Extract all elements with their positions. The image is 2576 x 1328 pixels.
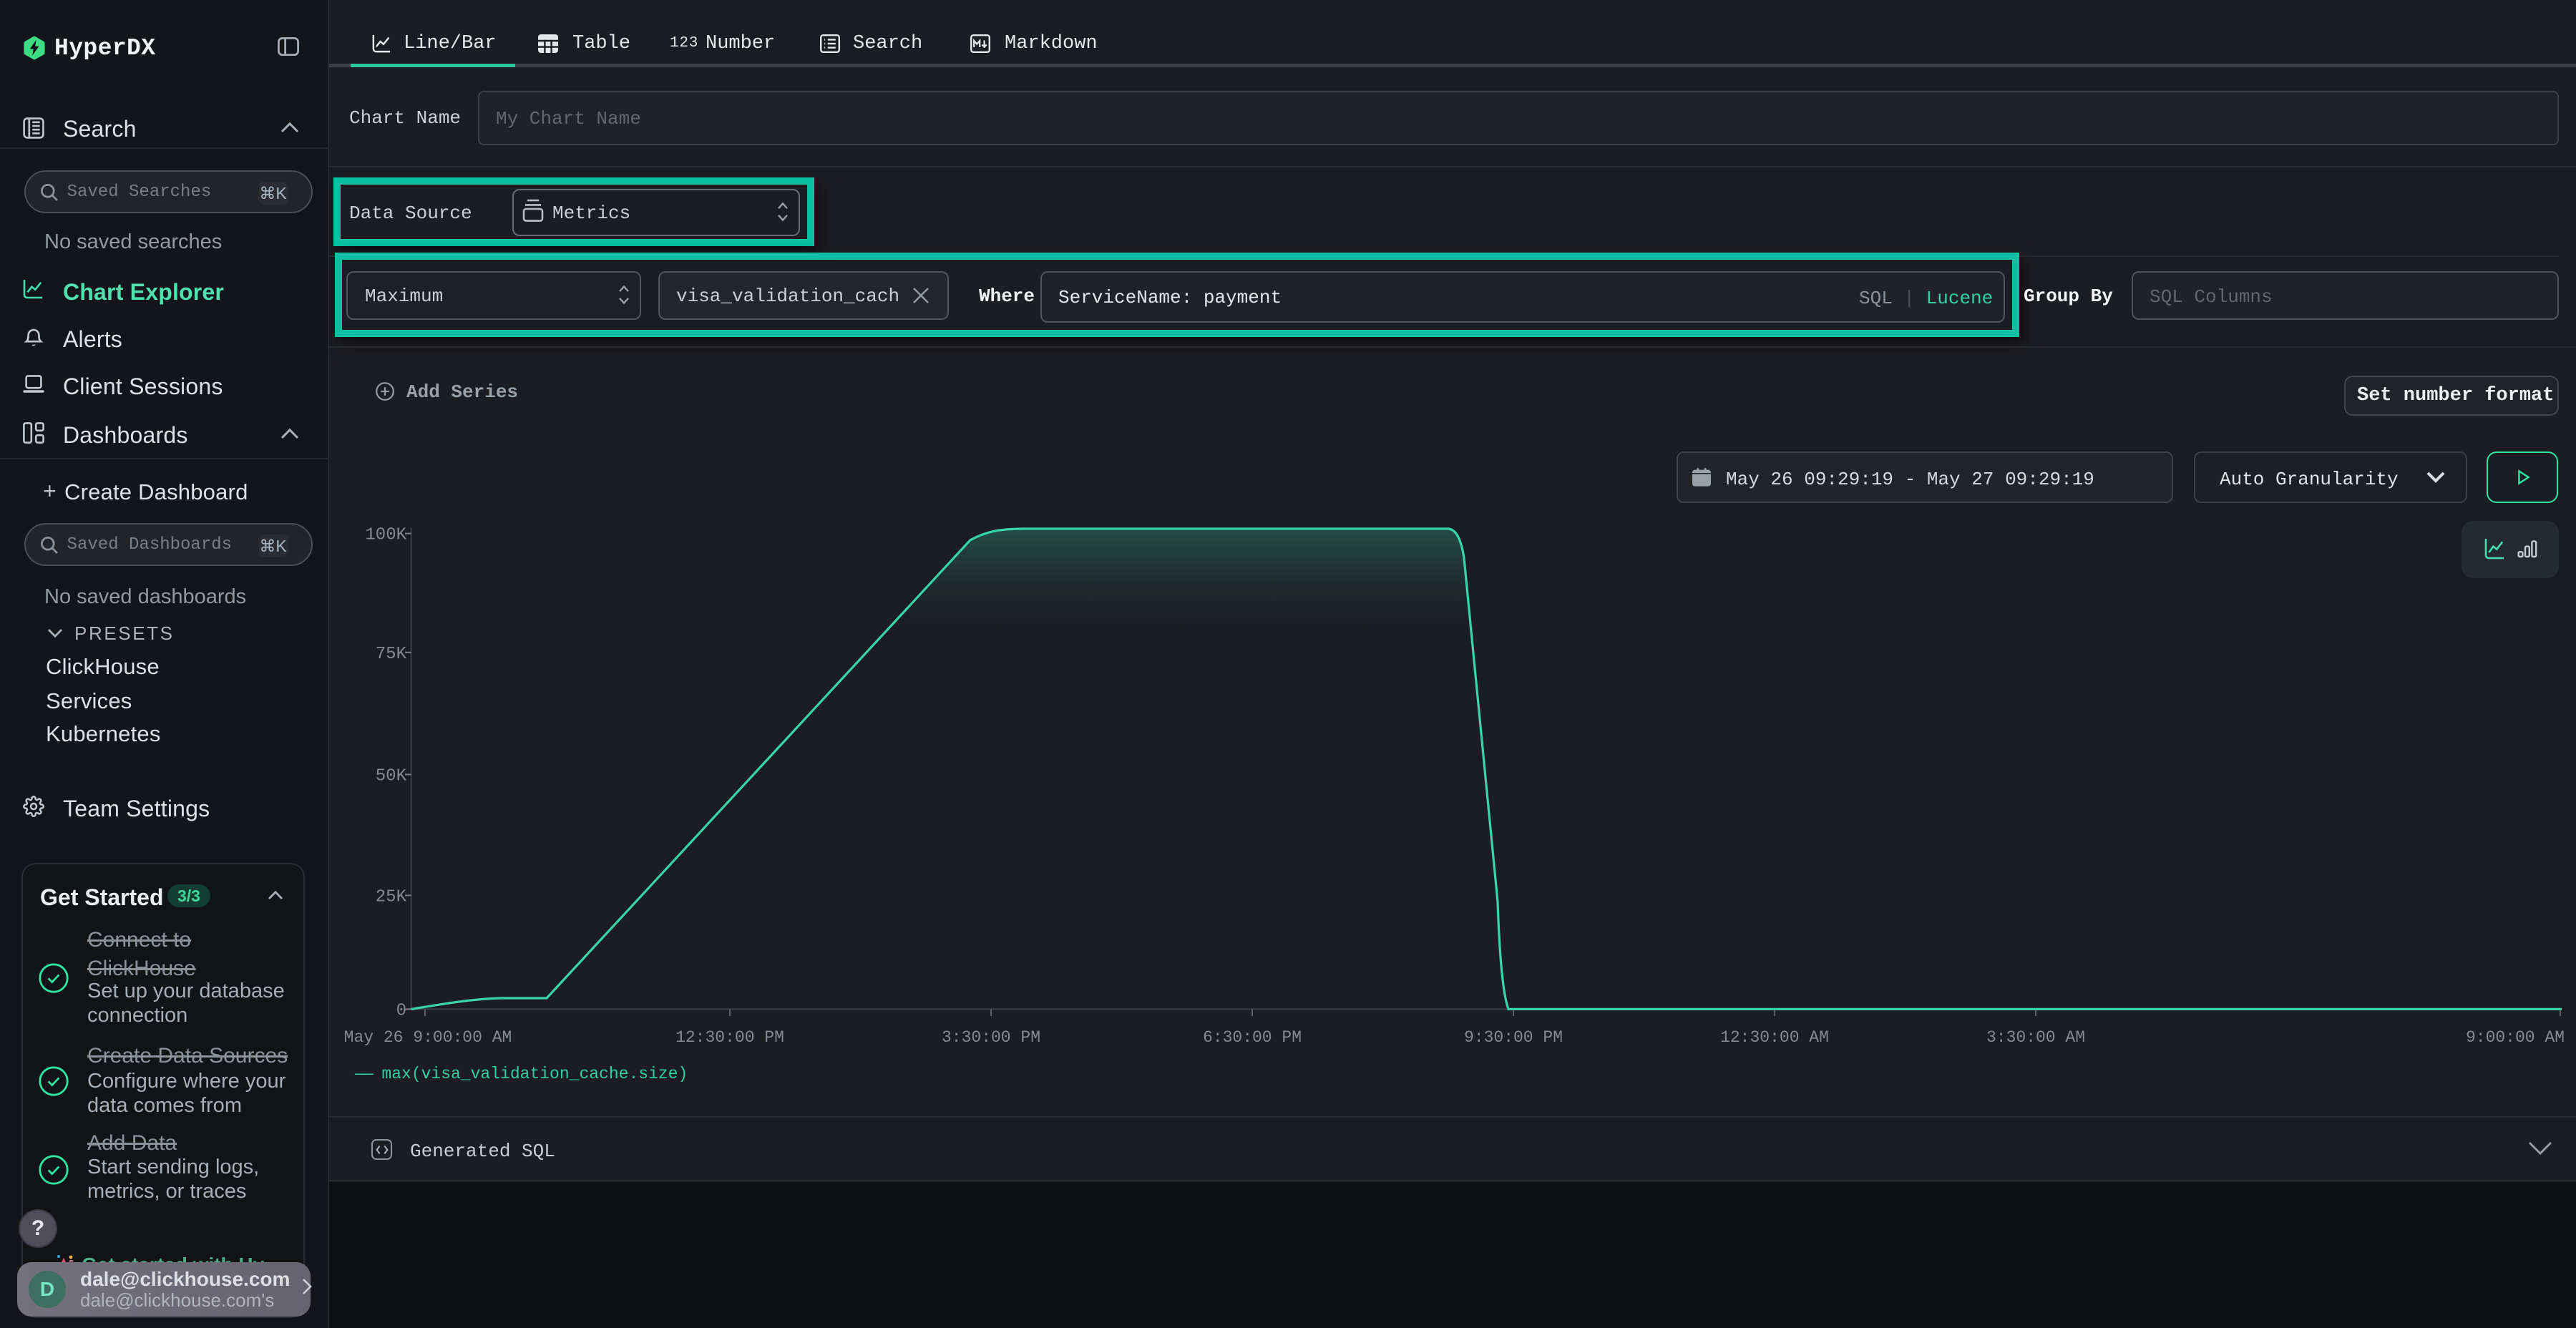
svg-text:3:30:00 AM: 3:30:00 AM xyxy=(1986,1028,2085,1047)
svg-text:25K: 25K xyxy=(376,887,407,907)
svg-text:0: 0 xyxy=(396,1001,406,1020)
svg-text:9:30:00 PM: 9:30:00 PM xyxy=(1464,1028,1563,1047)
svg-text:May 26 9:00:00 AM: May 26 9:00:00 AM xyxy=(344,1028,512,1047)
svg-text:100K: 100K xyxy=(365,526,406,545)
svg-text:50K: 50K xyxy=(376,766,407,786)
svg-text:6:30:00 PM: 6:30:00 PM xyxy=(1203,1028,1302,1047)
svg-text:12:30:00 AM: 12:30:00 AM xyxy=(1720,1028,1829,1047)
svg-text:3:30:00 PM: 3:30:00 PM xyxy=(942,1028,1040,1047)
svg-text:9:00:00 AM: 9:00:00 AM xyxy=(2466,1028,2565,1047)
svg-text:12:30:00 PM: 12:30:00 PM xyxy=(675,1028,784,1047)
svg-text:75K: 75K xyxy=(376,645,407,664)
